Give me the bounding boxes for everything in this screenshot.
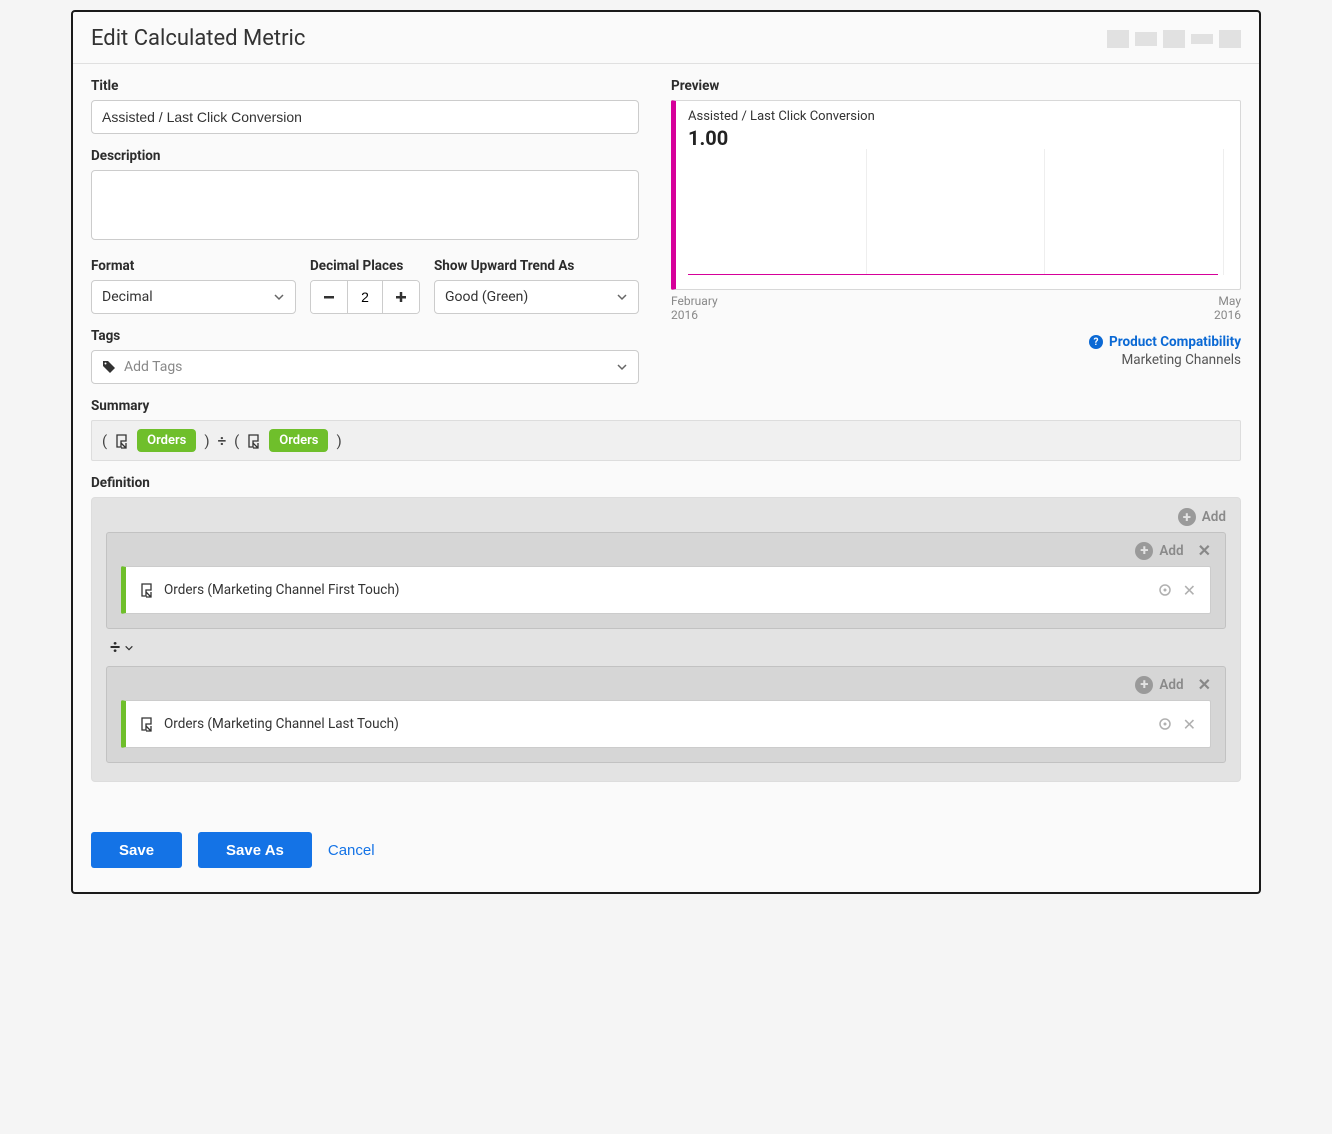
definition-label: Definition bbox=[91, 475, 1241, 491]
dialog-title: Edit Calculated Metric bbox=[91, 26, 305, 51]
compatibility-title: Product Compatibility bbox=[1109, 334, 1241, 350]
decimal-label: Decimal Places bbox=[310, 258, 420, 274]
header-icon bbox=[1107, 30, 1129, 48]
close-icon[interactable]: ✕ bbox=[1183, 581, 1196, 600]
gear-icon[interactable] bbox=[1157, 582, 1173, 598]
format-select[interactable]: Decimal bbox=[91, 280, 296, 314]
add-button[interactable]: Add bbox=[1159, 677, 1183, 693]
compatibility-block: ? Product Compatibility Marketing Channe… bbox=[671, 333, 1241, 369]
summary-token: Orders bbox=[269, 429, 328, 452]
dialog-footer: Save Save As Cancel bbox=[91, 832, 1241, 868]
paren-open: ( bbox=[102, 432, 107, 450]
preview-title: Assisted / Last Click Conversion bbox=[688, 109, 1228, 124]
plus-circle-icon: + bbox=[1178, 508, 1196, 526]
decimal-input[interactable] bbox=[347, 281, 383, 313]
trend-select[interactable]: Good (Green) bbox=[434, 280, 639, 314]
metric-name: Orders (Marketing Channel First Touch) bbox=[164, 582, 1147, 598]
description-label: Description bbox=[91, 148, 639, 164]
title-label: Title bbox=[91, 78, 639, 94]
summary-label: Summary bbox=[91, 398, 1241, 414]
plus-circle-icon: + bbox=[1135, 676, 1153, 694]
cursor-icon bbox=[140, 716, 154, 732]
header-icon bbox=[1219, 30, 1241, 48]
format-label: Format bbox=[91, 258, 296, 274]
close-icon[interactable]: ✕ bbox=[1183, 715, 1196, 734]
preview-end-year: 2016 bbox=[1214, 308, 1241, 322]
save-as-button[interactable]: Save As bbox=[198, 832, 312, 868]
definition-group: + Add ✕ Orders (Marketing Channel First … bbox=[106, 532, 1226, 629]
paren-open: ( bbox=[234, 432, 239, 450]
divide-symbol: ÷ bbox=[218, 432, 227, 450]
operator-select[interactable]: ÷ bbox=[106, 629, 1226, 666]
preview-end-month: May bbox=[1218, 294, 1241, 308]
compatibility-sub: Marketing Channels bbox=[671, 352, 1241, 368]
definition-group: + Add ✕ Orders (Marketing Channel Last T… bbox=[106, 666, 1226, 763]
decrement-button[interactable] bbox=[311, 281, 347, 313]
operator-symbol: ÷ bbox=[110, 637, 120, 658]
tag-icon bbox=[102, 360, 116, 374]
metric-row[interactable]: Orders (Marketing Channel Last Touch) ✕ bbox=[121, 700, 1211, 748]
dialog-header: Edit Calculated Metric bbox=[73, 12, 1259, 64]
header-icon bbox=[1135, 32, 1157, 46]
chevron-down-icon bbox=[124, 643, 134, 653]
preview-start-month: February bbox=[671, 294, 718, 308]
close-icon[interactable]: ✕ bbox=[1198, 541, 1211, 560]
paren-close: ) bbox=[204, 432, 209, 450]
preview-dates: February2016 May2016 bbox=[671, 294, 1241, 323]
gear-icon[interactable] bbox=[1157, 716, 1173, 732]
preview-start-year: 2016 bbox=[671, 308, 698, 322]
preview-panel: Assisted / Last Click Conversion 1.00 bbox=[671, 100, 1241, 290]
cursor-icon bbox=[247, 433, 261, 449]
chevron-down-icon bbox=[616, 291, 628, 303]
header-icon bbox=[1191, 34, 1213, 44]
format-value: Decimal bbox=[102, 289, 153, 305]
description-input[interactable] bbox=[91, 170, 639, 240]
paren-close: ) bbox=[336, 432, 341, 450]
cursor-icon bbox=[115, 433, 129, 449]
tags-input[interactable]: Add Tags bbox=[91, 350, 639, 384]
plus-circle-icon: + bbox=[1135, 542, 1153, 560]
chevron-down-icon bbox=[273, 291, 285, 303]
title-input[interactable] bbox=[91, 100, 639, 134]
cursor-icon bbox=[140, 582, 154, 598]
close-icon[interactable]: ✕ bbox=[1198, 675, 1211, 694]
preview-label: Preview bbox=[671, 78, 1241, 94]
decimal-stepper bbox=[310, 280, 420, 314]
info-icon: ? bbox=[1089, 335, 1103, 349]
dialog: Edit Calculated Metric Title Description bbox=[71, 10, 1261, 894]
tags-label: Tags bbox=[91, 328, 639, 344]
metric-row[interactable]: Orders (Marketing Channel First Touch) ✕ bbox=[121, 566, 1211, 614]
header-toolbar bbox=[1107, 30, 1241, 48]
header-icon bbox=[1163, 30, 1185, 48]
preview-value: 1.00 bbox=[688, 126, 1228, 150]
add-button[interactable]: Add bbox=[1202, 509, 1226, 525]
trend-value: Good (Green) bbox=[445, 289, 528, 305]
chevron-down-icon bbox=[616, 361, 628, 373]
trend-label: Show Upward Trend As bbox=[434, 258, 639, 274]
compatibility-link[interactable]: ? Product Compatibility bbox=[1089, 334, 1241, 350]
save-button[interactable]: Save bbox=[91, 832, 182, 868]
summary-token: Orders bbox=[137, 429, 196, 452]
cancel-button[interactable]: Cancel bbox=[328, 842, 375, 859]
increment-button[interactable] bbox=[383, 281, 419, 313]
add-button[interactable]: Add bbox=[1159, 543, 1183, 559]
definition-panel: + Add + Add ✕ Orders (Marketing Channel … bbox=[91, 497, 1241, 782]
tags-placeholder: Add Tags bbox=[124, 359, 608, 375]
metric-name: Orders (Marketing Channel Last Touch) bbox=[164, 716, 1147, 732]
preview-chart bbox=[688, 149, 1228, 275]
summary-bar: ( Orders ) ÷ ( Orders ) bbox=[91, 420, 1241, 461]
